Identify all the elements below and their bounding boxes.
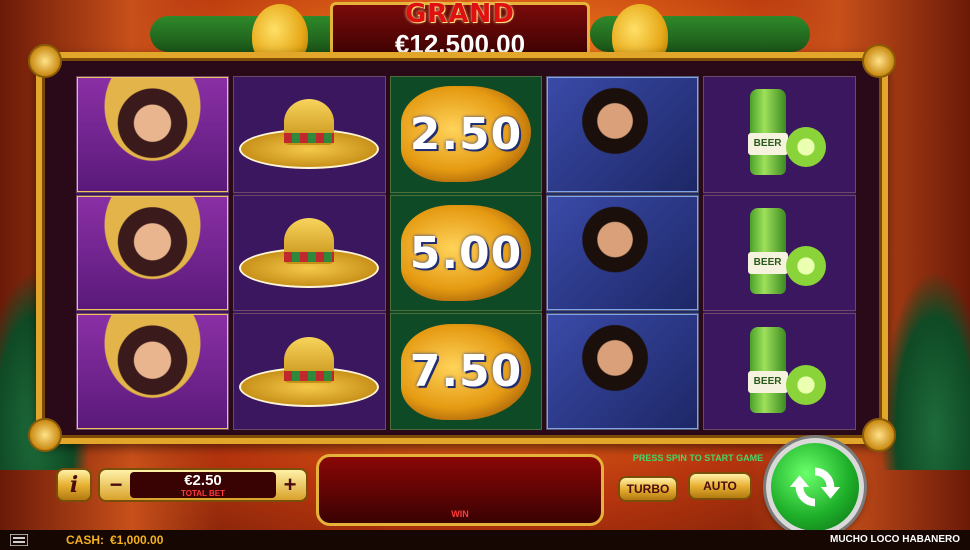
sombrero-symbol <box>239 99 380 170</box>
cash-display: CASH: €1,000.00 <box>66 533 163 547</box>
pepper-symbol: 7.50 <box>400 323 531 420</box>
turbo-button[interactable]: TURBO <box>618 476 678 502</box>
reel-cell <box>76 76 229 193</box>
pepper-value: 5.00 <box>409 227 523 279</box>
cash-label: CASH: <box>66 533 104 547</box>
vine-left <box>150 16 350 52</box>
autoplay-button[interactable]: AUTO <box>688 472 752 500</box>
woman-symbol <box>77 314 228 430</box>
pepper-value: 7.50 <box>409 346 523 398</box>
beer-label: BEER <box>747 252 788 274</box>
cash-value: €1,000.00 <box>110 533 164 547</box>
game-title: MUCHO LOCO HABANERO <box>830 534 960 545</box>
pepper-symbol: 5.00 <box>400 205 531 301</box>
reel-cell: 7.50 <box>389 313 543 431</box>
reel-cell <box>76 313 229 431</box>
pepper-value: 2.50 <box>409 108 523 160</box>
increase-bet-button[interactable]: + <box>278 473 302 497</box>
reel-cell <box>76 194 229 312</box>
woman-symbol <box>77 77 228 192</box>
info-button[interactable]: i <box>56 468 92 502</box>
control-bar: i − €2.50 TOTAL BET + WIN PRESS SPIN TO … <box>40 438 930 530</box>
win-panel: WIN <box>316 454 604 526</box>
decrease-bet-button[interactable]: − <box>104 473 128 497</box>
reel-1 <box>76 76 229 431</box>
total-bet-label: TOTAL BET <box>181 489 225 498</box>
reel-3: 2.50 5.00 7.50 <box>389 76 543 431</box>
reel-cell: 2.50 <box>389 76 543 193</box>
win-label: WIN <box>451 509 469 519</box>
frame-corner <box>862 44 896 78</box>
reel-2 <box>232 76 386 431</box>
guitarist-symbol <box>547 314 699 430</box>
status-bar: CASH: €1,000.00 MUCHO LOCO HABANERO <box>0 530 970 550</box>
reel-4 <box>546 76 700 431</box>
bet-panel: − €2.50 TOTAL BET + <box>98 468 308 502</box>
beer-symbol: BEER <box>730 326 830 417</box>
frame-corner <box>28 44 62 78</box>
sombrero-symbol <box>239 336 380 407</box>
woman-symbol <box>77 195 228 311</box>
jackpot-label: GRAND <box>405 0 515 29</box>
reel-cell <box>546 194 700 312</box>
menu-icon[interactable] <box>10 534 28 546</box>
game-background: GRAND €12,500.00 2.50 5.00 7.50 BEER BEE… <box>0 0 970 530</box>
spin-button[interactable] <box>766 438 864 530</box>
reels-grid: 2.50 5.00 7.50 BEER BEER BEER <box>76 76 856 431</box>
total-bet-value: €2.50 <box>184 472 222 489</box>
reel-cell <box>546 313 700 431</box>
pepper-symbol: 2.50 <box>400 86 531 183</box>
reel-cell <box>232 76 386 193</box>
reel-cell: BEER <box>703 313 856 431</box>
refresh-icon <box>789 467 841 507</box>
reel-5: BEER BEER BEER <box>703 76 856 431</box>
reel-cell: 5.00 <box>389 194 543 312</box>
reel-cell: BEER <box>703 76 856 193</box>
reel-cell <box>232 313 386 431</box>
reel-cell <box>232 194 386 312</box>
beer-symbol: BEER <box>730 89 830 179</box>
beer-label: BEER <box>747 133 788 156</box>
reel-cell <box>546 76 700 193</box>
reel-frame: 2.50 5.00 7.50 BEER BEER BEER <box>28 44 896 452</box>
guitarist-symbol <box>547 195 699 311</box>
sombrero-symbol <box>239 218 380 288</box>
guitarist-symbol <box>547 77 699 192</box>
beer-symbol: BEER <box>730 208 830 298</box>
reel-cell: BEER <box>703 194 856 312</box>
start-hint: PRESS SPIN TO START GAME <box>632 453 764 463</box>
beer-label: BEER <box>747 370 788 393</box>
bet-display: €2.50 TOTAL BET <box>130 472 276 498</box>
